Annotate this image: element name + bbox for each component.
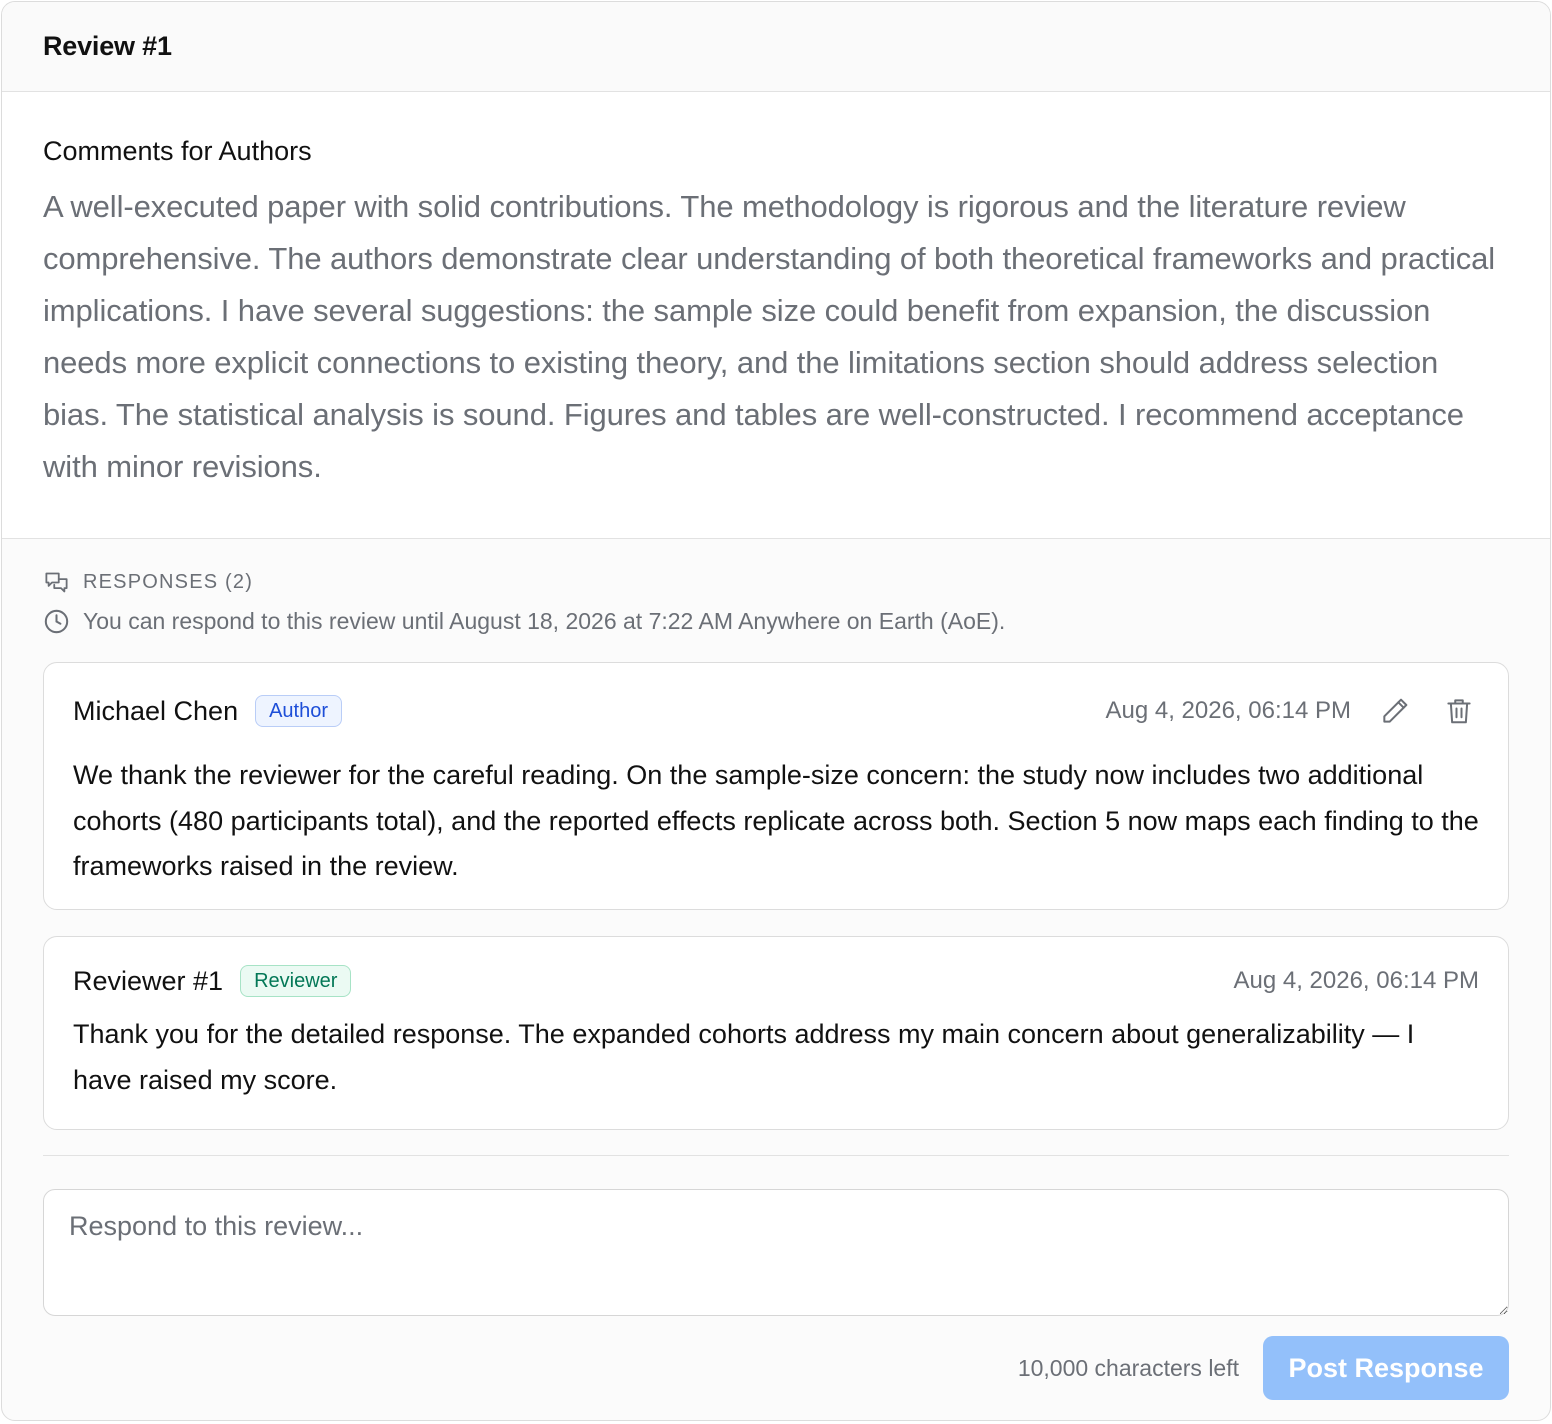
- reply-box: [43, 1189, 1509, 1321]
- post-response-button[interactable]: Post Response: [1263, 1336, 1509, 1400]
- comments-text: A well-executed paper with solid contrib…: [43, 189, 1496, 484]
- deadline-row: You can respond to this review until Aug…: [43, 604, 1509, 638]
- response-text: We thank the reviewer for the careful re…: [73, 760, 1479, 881]
- responses-section: RESPONSES (2) You can respond to this re…: [2, 539, 1550, 1400]
- response-date: Aug 4, 2026, 06:14 PM: [1233, 967, 1479, 994]
- reply-textarea[interactable]: [43, 1189, 1509, 1316]
- responses-heading-row: RESPONSES (2): [43, 567, 1509, 597]
- responses-heading: RESPONSES (2): [83, 570, 254, 593]
- response-author-name: Reviewer #1: [73, 965, 224, 996]
- response-text: Thank you for the detailed response. The…: [73, 1019, 1415, 1095]
- response-author-name: Michael Chen: [73, 695, 239, 726]
- pencil-icon: [1383, 698, 1408, 723]
- delete-button[interactable]: [1439, 691, 1479, 731]
- response-date: Aug 4, 2026, 06:14 PM: [1105, 697, 1351, 724]
- response-actions: [1375, 691, 1479, 731]
- reply-footer: 10,000 characters left Post Response: [43, 1336, 1509, 1400]
- response-header: Michael Chen Author Aug 4, 2026, 06:14 P…: [73, 663, 1479, 759]
- clock-icon: [44, 609, 69, 633]
- review-header: Review #1: [2, 2, 1550, 92]
- review-card: Review #1 Comments for Authors A well-ex…: [1, 1, 1551, 1421]
- characters-left: 10,000 characters left: [1017, 1354, 1239, 1381]
- response-card: Reviewer #1 Reviewer Aug 4, 2026, 06:14 …: [43, 936, 1509, 1130]
- deadline-text: You can respond to this review until Aug…: [83, 607, 1006, 634]
- review-title: Review #1: [43, 31, 172, 61]
- role-badge-author: Author: [255, 695, 343, 727]
- comments-heading: Comments for Authors: [43, 136, 312, 166]
- trash-icon: [1447, 699, 1471, 724]
- role-badge-reviewer: Reviewer: [240, 965, 352, 997]
- edit-button[interactable]: [1375, 691, 1415, 731]
- review-body: Comments for Authors A well-executed pap…: [2, 92, 1550, 539]
- divider: [43, 1155, 1509, 1156]
- chat-bubbles-icon: [45, 572, 68, 592]
- response-card: Michael Chen Author Aug 4, 2026, 06:14 P…: [43, 662, 1509, 910]
